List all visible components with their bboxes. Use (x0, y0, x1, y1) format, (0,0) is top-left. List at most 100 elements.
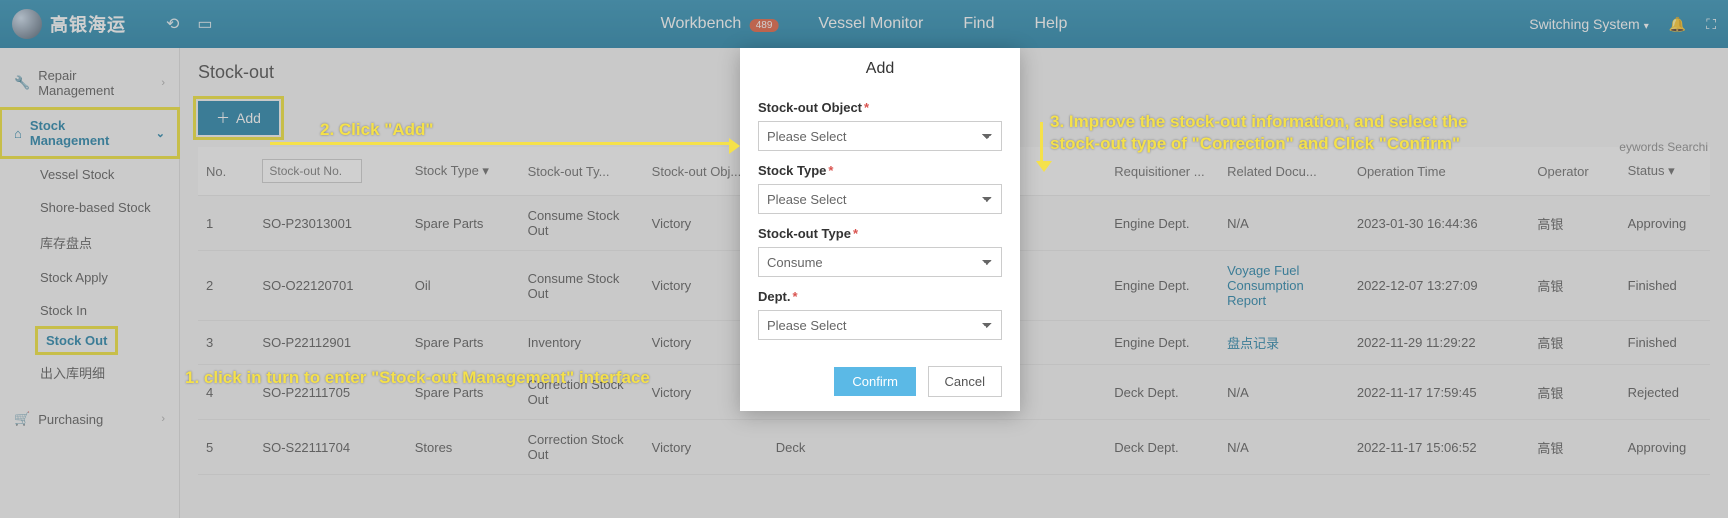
cell-operator: 高银 (1529, 365, 1619, 420)
cell-requisitioner: Deck Dept. (1106, 420, 1219, 475)
workbench-badge: 489 (750, 19, 779, 32)
nav-help[interactable]: Help (1034, 15, 1067, 33)
th-requisitioner[interactable]: Requisitioner ... (1106, 147, 1219, 196)
sidebar-shore-stock[interactable]: Shore-based Stock (0, 191, 179, 224)
cell-related-doc: N/A (1219, 365, 1349, 420)
sidebar-inventory[interactable]: 库存盘点 (0, 224, 179, 261)
cell-requisitioner: Engine Dept. (1106, 251, 1219, 321)
confirm-button[interactable]: Confirm (834, 367, 916, 396)
add-modal: Add Stock-out Object* Please Select Stoc… (740, 48, 1020, 411)
sidebar-vessel-stock[interactable]: Vessel Stock (0, 158, 179, 191)
related-doc-link[interactable]: Voyage Fuel Consumption Report (1227, 263, 1304, 308)
select-dept[interactable]: Please Select (758, 310, 1002, 340)
sidebar-stock-management[interactable]: ⌂ Stock Management ⌄ (0, 108, 179, 158)
related-doc-text: N/A (1227, 440, 1249, 455)
cell-status: Approving (1620, 420, 1710, 475)
sidebar-repair-management[interactable]: 🔧 Repair Management › (0, 58, 179, 108)
cell-related-doc: Voyage Fuel Consumption Report (1219, 251, 1349, 321)
cell-operation-time: 2022-11-17 17:59:45 (1349, 365, 1530, 420)
th-stockout-type[interactable]: Stock-out Ty... (520, 147, 644, 196)
th-operator[interactable]: Operator (1529, 147, 1619, 196)
label-dept: Dept.* (758, 289, 1002, 304)
cart-icon: 🛒 (14, 411, 30, 427)
nav-find[interactable]: Find (963, 15, 994, 33)
th-operation-time[interactable]: Operation Time (1349, 147, 1530, 196)
cell-status: Finished (1620, 321, 1710, 365)
chevron-right-icon: › (161, 413, 165, 425)
sidebar-item-label: Purchasing (38, 412, 103, 427)
cell-operator: 高银 (1529, 251, 1619, 321)
cell-no: 3 (198, 321, 254, 365)
sidebar: 🔧 Repair Management › ⌂ Stock Management… (0, 48, 180, 518)
cancel-button[interactable]: Cancel (928, 366, 1002, 397)
select-stockout-type[interactable]: Consume (758, 247, 1002, 277)
home-icon: ⌂ (14, 126, 22, 141)
bell-icon[interactable]: 🔔 (1669, 16, 1686, 33)
add-button-label: Add (236, 110, 261, 126)
cell-operation-time: 2022-11-29 11:29:22 (1349, 321, 1530, 365)
table-row[interactable]: 5 SO-S22111704 Stores Correction Stock O… (198, 420, 1710, 475)
th-related-doc[interactable]: Related Docu... (1219, 147, 1349, 196)
sidebar-stock-out[interactable]: Stock Out (36, 327, 117, 354)
cell-stockout-no: SO-P22112901 (254, 321, 406, 365)
nav-workbench-label: Workbench (661, 15, 742, 32)
cell-stockout-type: Correction Stock Out (520, 420, 644, 475)
back-icon[interactable]: ⟲ (166, 14, 179, 34)
label-stockout-object: Stock-out Object* (758, 100, 1002, 115)
add-button[interactable]: ＋ Add (198, 101, 279, 135)
chevron-down-icon: ⌄ (156, 127, 165, 140)
cell-stockout-obj: Victory (644, 420, 768, 475)
cell-stockout-type: Consume Stock Out (520, 196, 644, 251)
cell-stockout-no: SO-P23013001 (254, 196, 406, 251)
stockout-no-filter[interactable] (262, 159, 362, 183)
cell-operation-time: 2022-11-17 15:06:52 (1349, 420, 1530, 475)
th-status[interactable]: Status ▾ (1620, 147, 1710, 196)
th-no: No. (198, 147, 254, 196)
cell-requisitioner: Engine Dept. (1106, 321, 1219, 365)
sidebar-stock-in[interactable]: Stock In (0, 294, 179, 327)
fullscreen-icon[interactable]: ⛶ (1706, 16, 1716, 33)
select-stockout-object[interactable]: Please Select (758, 121, 1002, 151)
cell-stock-type: Spare Parts (407, 321, 520, 365)
keywords-search-hint: eywords Searchi (1619, 140, 1708, 154)
cell-requisitioner: Engine Dept. (1106, 196, 1219, 251)
th-stock-type[interactable]: Stock Type ▾ (407, 147, 520, 196)
sidebar-inout-detail[interactable]: 出入库明细 (0, 354, 179, 391)
related-doc-link[interactable]: 盘点记录 (1227, 336, 1279, 351)
annotation-step3a: 3. Improve the stock-out information, an… (1050, 112, 1468, 132)
nav-vessel-monitor[interactable]: Vessel Monitor (818, 15, 923, 33)
cell-status: Rejected (1620, 365, 1710, 420)
cell-requisitioner: Deck Dept. (1106, 365, 1219, 420)
annotation-step3b: stock-out type of "Correction" and Click… (1050, 134, 1460, 154)
th-stockout-no (254, 147, 406, 196)
cell-related-doc: N/A (1219, 420, 1349, 475)
cell-stockout-no: SO-S22111704 (254, 420, 406, 475)
cell-operation-time: 2023-01-30 16:44:36 (1349, 196, 1530, 251)
sidebar-purchasing[interactable]: 🛒 Purchasing › (0, 401, 179, 437)
sidebar-item-label: Repair Management (38, 68, 153, 98)
cell-status: Finished (1620, 251, 1710, 321)
cell-stock-type: Stores (407, 420, 520, 475)
cell-related-doc: 盘点记录 (1219, 321, 1349, 365)
plus-icon: ＋ (216, 108, 230, 128)
cell-stockout-type: Consume Stock Out (520, 251, 644, 321)
cell-status: Approving (1620, 196, 1710, 251)
cell-no: 2 (198, 251, 254, 321)
select-stock-type[interactable]: Please Select (758, 184, 1002, 214)
nav-workbench[interactable]: Workbench 489 (661, 15, 779, 33)
cell-stock-type: Oil (407, 251, 520, 321)
annotation-step2: 2. Click "Add" (320, 120, 433, 140)
annotation-arrow-2 (270, 142, 730, 145)
sidebar-item-label: Stock Management (30, 118, 148, 148)
sidebar-stock-apply[interactable]: Stock Apply (0, 261, 179, 294)
logo-icon (12, 9, 42, 39)
chevron-right-icon: › (161, 77, 165, 89)
related-doc-text: N/A (1227, 216, 1249, 231)
brand-name: 高银海运 (50, 11, 126, 37)
annotation-arrow-3 (1040, 122, 1043, 162)
switching-system-dropdown[interactable]: Switching System (1529, 16, 1649, 32)
cell-stockout-type: Inventory (520, 321, 644, 365)
modal-title: Add (740, 48, 1020, 96)
cell-stockout-no: SO-O22120701 (254, 251, 406, 321)
dashboard-icon[interactable]: ▭ (197, 14, 212, 34)
